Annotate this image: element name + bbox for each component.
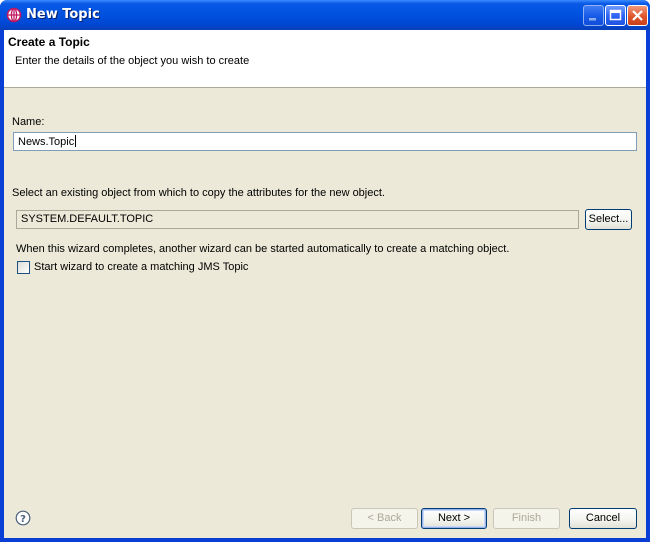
window-frame-bottom [0, 538, 650, 542]
start-wizard-checkbox[interactable] [17, 261, 30, 274]
maximize-icon [609, 9, 622, 21]
text-caret [75, 135, 77, 147]
wizard-header: Create a Topic Enter the details of the … [4, 30, 646, 88]
minimize-button[interactable] [583, 5, 604, 26]
window-title: New Topic [26, 7, 100, 22]
next-button[interactable]: Next > [421, 508, 487, 529]
copy-from-field: SYSTEM.DEFAULT.TOPIC [16, 210, 579, 229]
title-bar[interactable]: New Topic [0, 0, 650, 30]
name-input[interactable]: News.Topic [13, 132, 637, 151]
wizard-title: Create a Topic [8, 35, 90, 49]
select-button[interactable]: Select... [585, 209, 632, 230]
dialog-window: New Topic Create a Topic Enter the detai… [0, 0, 650, 542]
name-input-value: News.Topic [18, 136, 75, 148]
finish-button[interactable]: Finish [493, 508, 560, 529]
start-wizard-checkbox-label[interactable]: Start wizard to create a matching JMS To… [34, 261, 248, 273]
wizard-note: When this wizard completes, another wiza… [16, 243, 510, 255]
help-icon[interactable]: ? [15, 510, 31, 526]
cancel-button[interactable]: Cancel [569, 508, 637, 529]
name-label: Name: [12, 116, 45, 128]
close-button[interactable] [627, 5, 648, 26]
wizard-description: Enter the details of the object you wish… [15, 55, 250, 67]
maximize-button[interactable] [605, 5, 626, 26]
copy-from-label: Select an existing object from which to … [12, 187, 385, 199]
svg-text:?: ? [20, 514, 26, 525]
dialog-client-area: Create a Topic Enter the details of the … [4, 30, 646, 538]
back-button[interactable]: < Back [351, 508, 418, 529]
minimize-icon [589, 18, 596, 21]
wizard-globe-icon [6, 7, 22, 23]
close-icon [632, 10, 643, 21]
